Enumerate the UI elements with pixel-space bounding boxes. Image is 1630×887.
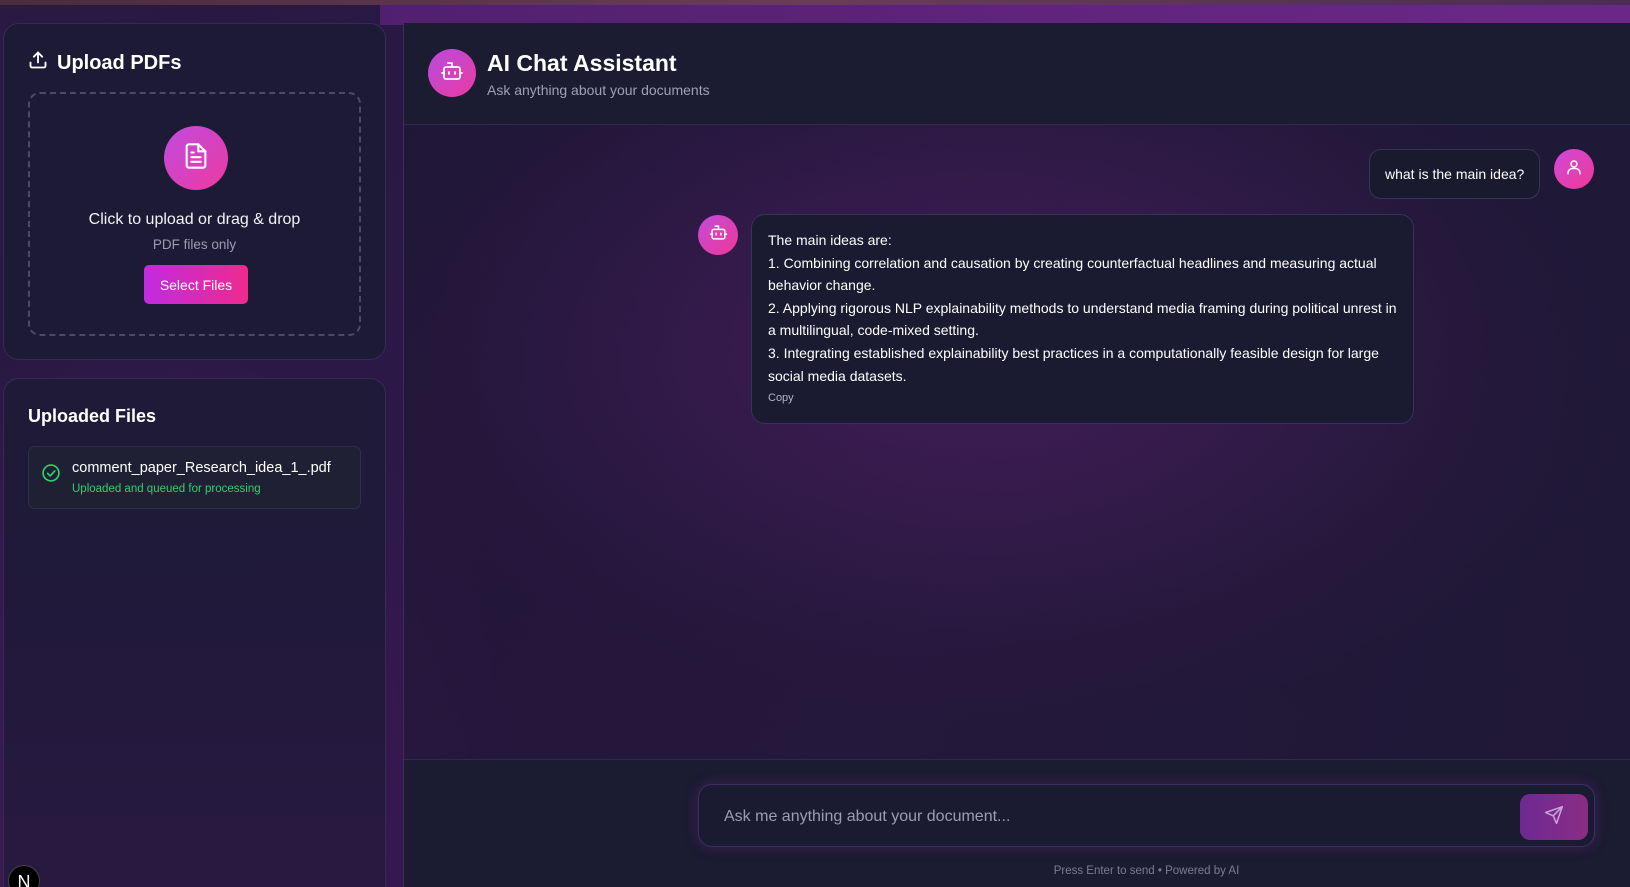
chat-subtitle: Ask anything about your documents bbox=[487, 82, 710, 98]
header-glow bbox=[380, 5, 1630, 25]
chat-title: AI Chat Assistant bbox=[487, 50, 677, 76]
assistant-message-avatar bbox=[698, 215, 738, 255]
uploaded-files-title: Uploaded Files bbox=[28, 406, 157, 426]
assistant-message-line: social media datasets. bbox=[768, 367, 907, 384]
select-files-button[interactable]: Select Files bbox=[144, 265, 248, 304]
bot-icon bbox=[440, 59, 464, 88]
assistant-message-line: behavior change. bbox=[768, 277, 876, 294]
check-circle-icon bbox=[41, 463, 61, 488]
chat-input-area: Press Enter to send • Powered by AI bbox=[404, 759, 1630, 887]
assistant-message-line: 2. Applying rigorous NLP explainability … bbox=[768, 299, 1397, 316]
uploaded-file-status: Uploaded and queued for processing bbox=[72, 483, 261, 495]
user-avatar bbox=[1554, 149, 1594, 189]
dropzone-file-badge bbox=[164, 126, 228, 190]
uploaded-file-name: comment_paper_Research_idea_1_.pdf bbox=[72, 460, 331, 476]
input-hint: Press Enter to send • Powered by AI bbox=[1053, 865, 1240, 877]
bot-icon bbox=[709, 223, 728, 247]
user-message-bubble: what is the main idea? bbox=[1369, 149, 1541, 199]
chat-panel: AI Chat Assistant Ask anything about you… bbox=[403, 23, 1630, 887]
upload-panel: Upload PDFs Click to upload or drag & dr… bbox=[3, 23, 386, 360]
chat-input[interactable] bbox=[722, 801, 1476, 833]
upload-panel-title: Upload PDFs bbox=[28, 50, 181, 76]
chat-header: AI Chat Assistant Ask anything about you… bbox=[404, 23, 1630, 125]
assistant-message-line: 1. Combining correlation and causation b… bbox=[768, 254, 1377, 271]
upload-icon bbox=[28, 50, 48, 76]
upload-title-text: Upload PDFs bbox=[57, 51, 182, 74]
send-button[interactable] bbox=[1520, 794, 1588, 840]
upload-dropzone[interactable]: Click to upload or drag & drop PDF files… bbox=[28, 92, 361, 336]
dropzone-title: Click to upload or drag & drop bbox=[88, 211, 301, 228]
uploaded-file-item[interactable]: comment_paper_Research_idea_1_.pdf Uploa… bbox=[28, 446, 361, 509]
assistant-avatar bbox=[428, 49, 476, 97]
assistant-message-line: 3. Integrating established explainabilit… bbox=[768, 344, 1379, 361]
send-icon bbox=[1544, 805, 1564, 830]
user-icon bbox=[1565, 158, 1583, 181]
copy-button[interactable]: Copy bbox=[768, 392, 794, 404]
assistant-message-line: The main ideas are: bbox=[768, 232, 892, 248]
uploaded-files-panel: Uploaded Files comment_paper_Research_id… bbox=[3, 378, 386, 887]
chat-input-box bbox=[698, 784, 1595, 847]
assistant-message-line: a multilingual, code-mixed setting. bbox=[768, 322, 979, 339]
dropzone-subtitle: PDF files only bbox=[152, 237, 237, 252]
assistant-message-bubble: The main ideas are: 1. Combining correla… bbox=[751, 214, 1414, 424]
file-text-icon bbox=[182, 142, 210, 175]
